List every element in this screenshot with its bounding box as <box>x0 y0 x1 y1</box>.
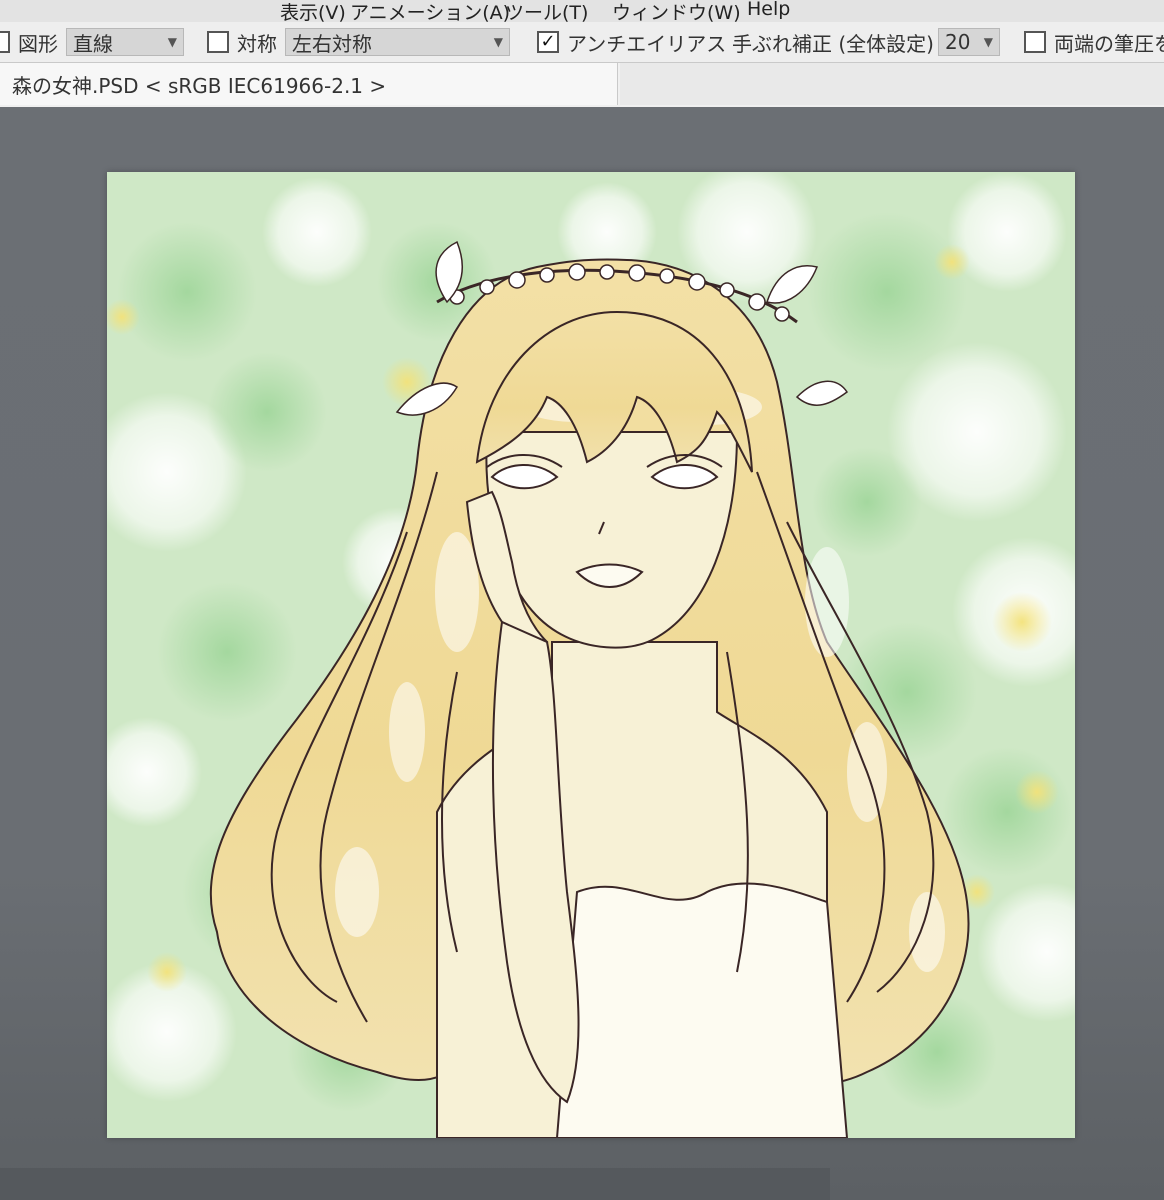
tool-options-bar: 図形 直線 ▼ 対称 左右対称 ▼ ✓ アンチエイリアス 手ぶれ補正 (全体設定… <box>0 22 1164 63</box>
figure-option: 図形 直線 ▼ <box>0 22 184 62</box>
pressure-checkbox-icon[interactable] <box>1024 31 1046 53</box>
stabilizer-select[interactable]: 20 ▼ <box>937 28 1000 56</box>
symmetry-select-value: 左右対称 <box>292 31 372 56</box>
pressure-label: 両端の筆圧を <box>1054 31 1164 56</box>
chevron-down-icon: ▼ <box>167 35 177 49</box>
drawing-canvas[interactable] <box>107 172 1075 1138</box>
stabilizer-option: 手ぶれ補正 (全体設定) 20 ▼ <box>732 22 1000 62</box>
antialias-label: アンチエイリアス <box>567 31 727 56</box>
symmetry-select[interactable]: 左右対称 ▼ <box>285 28 510 56</box>
menu-tool[interactable]: ツール(T) <box>505 0 588 22</box>
menu-window[interactable]: ウィンドウ(W) <box>612 0 741 22</box>
chevron-down-icon: ▼ <box>493 35 503 49</box>
chevron-down-icon: ▼ <box>983 35 993 49</box>
menu-bar: 表示(V) アニメーション(A) ツール(T) ウィンドウ(W) Help <box>0 0 1164 22</box>
symmetry-checkbox-icon[interactable] <box>207 31 229 53</box>
menu-help[interactable]: Help <box>747 0 790 20</box>
figure-checkbox-icon[interactable] <box>0 31 10 53</box>
symmetry-option: 対称 左右対称 ▼ <box>207 22 510 62</box>
document-tab-bar: 森の女神.PSD < sRGB IEC61966-2.1 > <box>0 63 1164 107</box>
menu-view[interactable]: 表示(V) <box>280 0 346 22</box>
tab-bar-empty <box>620 63 1164 105</box>
pressure-option: 両端の筆圧を <box>1024 22 1164 62</box>
symmetry-label: 対称 <box>237 31 277 56</box>
figure-select-value: 直線 <box>73 31 113 56</box>
stabilizer-select-value: 20 <box>944 30 971 54</box>
figure-label: 図形 <box>18 31 58 56</box>
window-bottom-edge <box>0 1168 830 1200</box>
dress <box>555 882 849 1138</box>
antialias-checkbox-icon[interactable]: ✓ <box>537 31 559 53</box>
document-tab-title: 森の女神.PSD < sRGB IEC61966-2.1 > <box>12 73 387 98</box>
stabilizer-label: 手ぶれ補正 (全体設定) <box>732 31 934 56</box>
illustration-artwork <box>107 172 1075 1138</box>
antialias-option: ✓ アンチエイリアス <box>537 22 726 62</box>
menu-animation[interactable]: アニメーション(A) <box>350 0 510 22</box>
document-tab[interactable]: 森の女神.PSD < sRGB IEC61966-2.1 > <box>0 63 618 105</box>
figure-select[interactable]: 直線 ▼ <box>66 28 184 56</box>
